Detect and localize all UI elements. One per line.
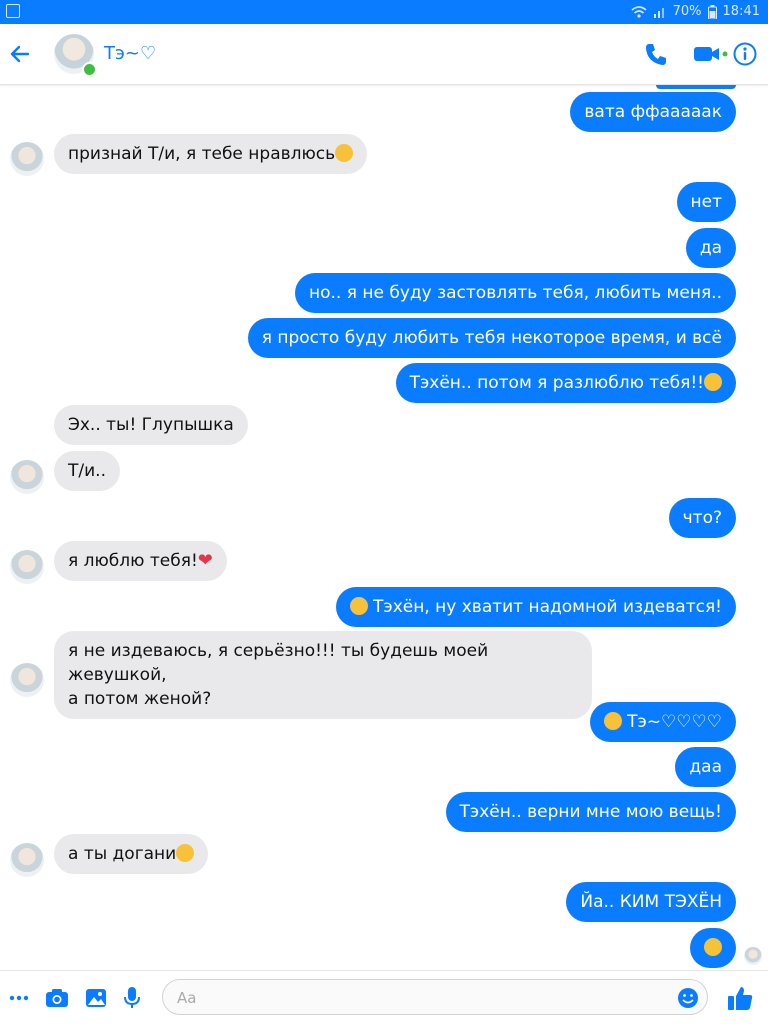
mic-icon[interactable] [122,986,142,1010]
outgoing-message[interactable]: Тэхён.. верни мне мою вещь! [445,792,736,832]
kiss-face-icon [335,144,354,162]
message-text: а ты догани [68,844,177,864]
message-text: я просто буду любить тебя некоторое врем… [261,328,722,348]
wifi-icon [631,5,647,18]
outgoing-message[interactable]: Тэхён, ну хватит надомной издеватся! [335,587,736,627]
battery-icon [707,4,717,19]
contact-name[interactable]: Тэ~♡ [104,43,156,64]
status-bar: 70% 18:41 [0,0,768,24]
message-text: я не издеваюсь, я серьёзно!!! ты будешь … [68,641,489,685]
incoming-message[interactable]: а ты догани [54,834,209,874]
camera-icon[interactable] [44,986,70,1010]
outgoing-message[interactable]: Тэ~♡♡♡♡ [589,702,736,742]
clock: 18:41 [722,4,760,19]
heart-icon: ❤ [197,550,213,571]
gallery-icon[interactable] [84,986,108,1010]
status-indicators: 70% 18:41 [631,4,760,19]
message-text: Эх.. ты! Глупышка [68,415,234,435]
sad-face-icon [704,373,722,391]
outgoing-message[interactable]: но.. я не буду застовлять тебя, любить м… [295,273,736,313]
outgoing-message[interactable]: Тэхён.. потом я разлюблю тебя!! [395,363,736,403]
message-text: Т/и.. [68,461,106,481]
previous-message-edge [656,85,736,89]
outgoing-message[interactable]: да [685,228,736,268]
gallery-notification-icon [6,4,20,18]
surprised-face-icon [349,597,368,615]
contact-avatar-small[interactable] [10,142,44,176]
composer-bar [0,970,768,1025]
contact-avatar-small[interactable] [10,550,44,584]
message-text: да [699,238,722,258]
smile-icon[interactable] [677,987,699,1009]
outgoing-message[interactable]: нет [676,182,736,222]
message-text: я люблю тебя! [68,551,198,571]
message-text: даа [689,757,722,777]
incoming-message[interactable]: я не издеваюсь, я серьёзно!!! ты будешь … [54,631,592,719]
contact-avatar-small[interactable] [10,843,44,877]
info-icon[interactable] [732,40,758,68]
message-text: признай Т/и, я тебе нравлюсь [68,144,336,164]
online-status-dot [82,62,97,77]
sad-face-icon [603,712,622,730]
conversation-header: Тэ~♡ [0,24,768,85]
message-text: вата ффааааак [584,102,722,122]
message-text: нет [690,192,722,212]
outgoing-message[interactable]: вата ффааааак [570,92,736,132]
incoming-message[interactable]: Эх.. ты! Глупышка [54,405,248,445]
message-input-box[interactable] [162,979,708,1015]
incoming-message[interactable]: признай Т/и, я тебе нравлюсь [54,134,368,174]
message-text: Тэхён.. потом я разлюблю тебя!! [409,373,704,393]
outgoing-message[interactable]: что? [668,498,736,538]
back-arrow-icon[interactable] [6,40,34,68]
laughing-face-icon [176,844,195,862]
contact-avatar-small[interactable] [10,460,44,494]
video-icon[interactable] [692,40,728,68]
message-text: Тэ~♡♡♡♡ [627,712,722,732]
battery-percent: 70% [672,4,702,19]
message-text: что? [682,508,722,528]
outgoing-message[interactable] [690,928,736,968]
message-thread[interactable]: вата ффааааак признай Т/и, я тебе нравлю… [0,85,768,970]
message-text: Йа.. КИМ ТЭХЁН [580,892,722,912]
like-icon[interactable] [726,984,754,1012]
seen-avatar [744,947,762,965]
message-text: но.. я не буду застовлять тебя, любить м… [309,283,722,303]
outgoing-message[interactable]: даа [675,747,736,787]
message-text: Тэхён.. верни мне мою вещь! [459,802,722,822]
contact-avatar-small[interactable] [10,663,44,697]
incoming-message[interactable]: Т/и.. [54,451,120,491]
phone-icon[interactable] [642,40,670,68]
more-icon[interactable] [8,986,30,1010]
message-input[interactable] [175,985,659,1011]
outgoing-message[interactable]: Йа.. КИМ ТЭХЁН [566,882,736,922]
outgoing-message[interactable]: я просто буду любить тебя некоторое врем… [247,318,736,358]
message-text: Тэхён, ну хватит надомной издеватся! [373,597,722,617]
signal-icon [653,7,664,18]
laughing-face-icon [704,938,722,956]
message-text: а потом женой? [68,689,212,709]
incoming-message[interactable]: я люблю тебя!❤ [54,541,227,581]
